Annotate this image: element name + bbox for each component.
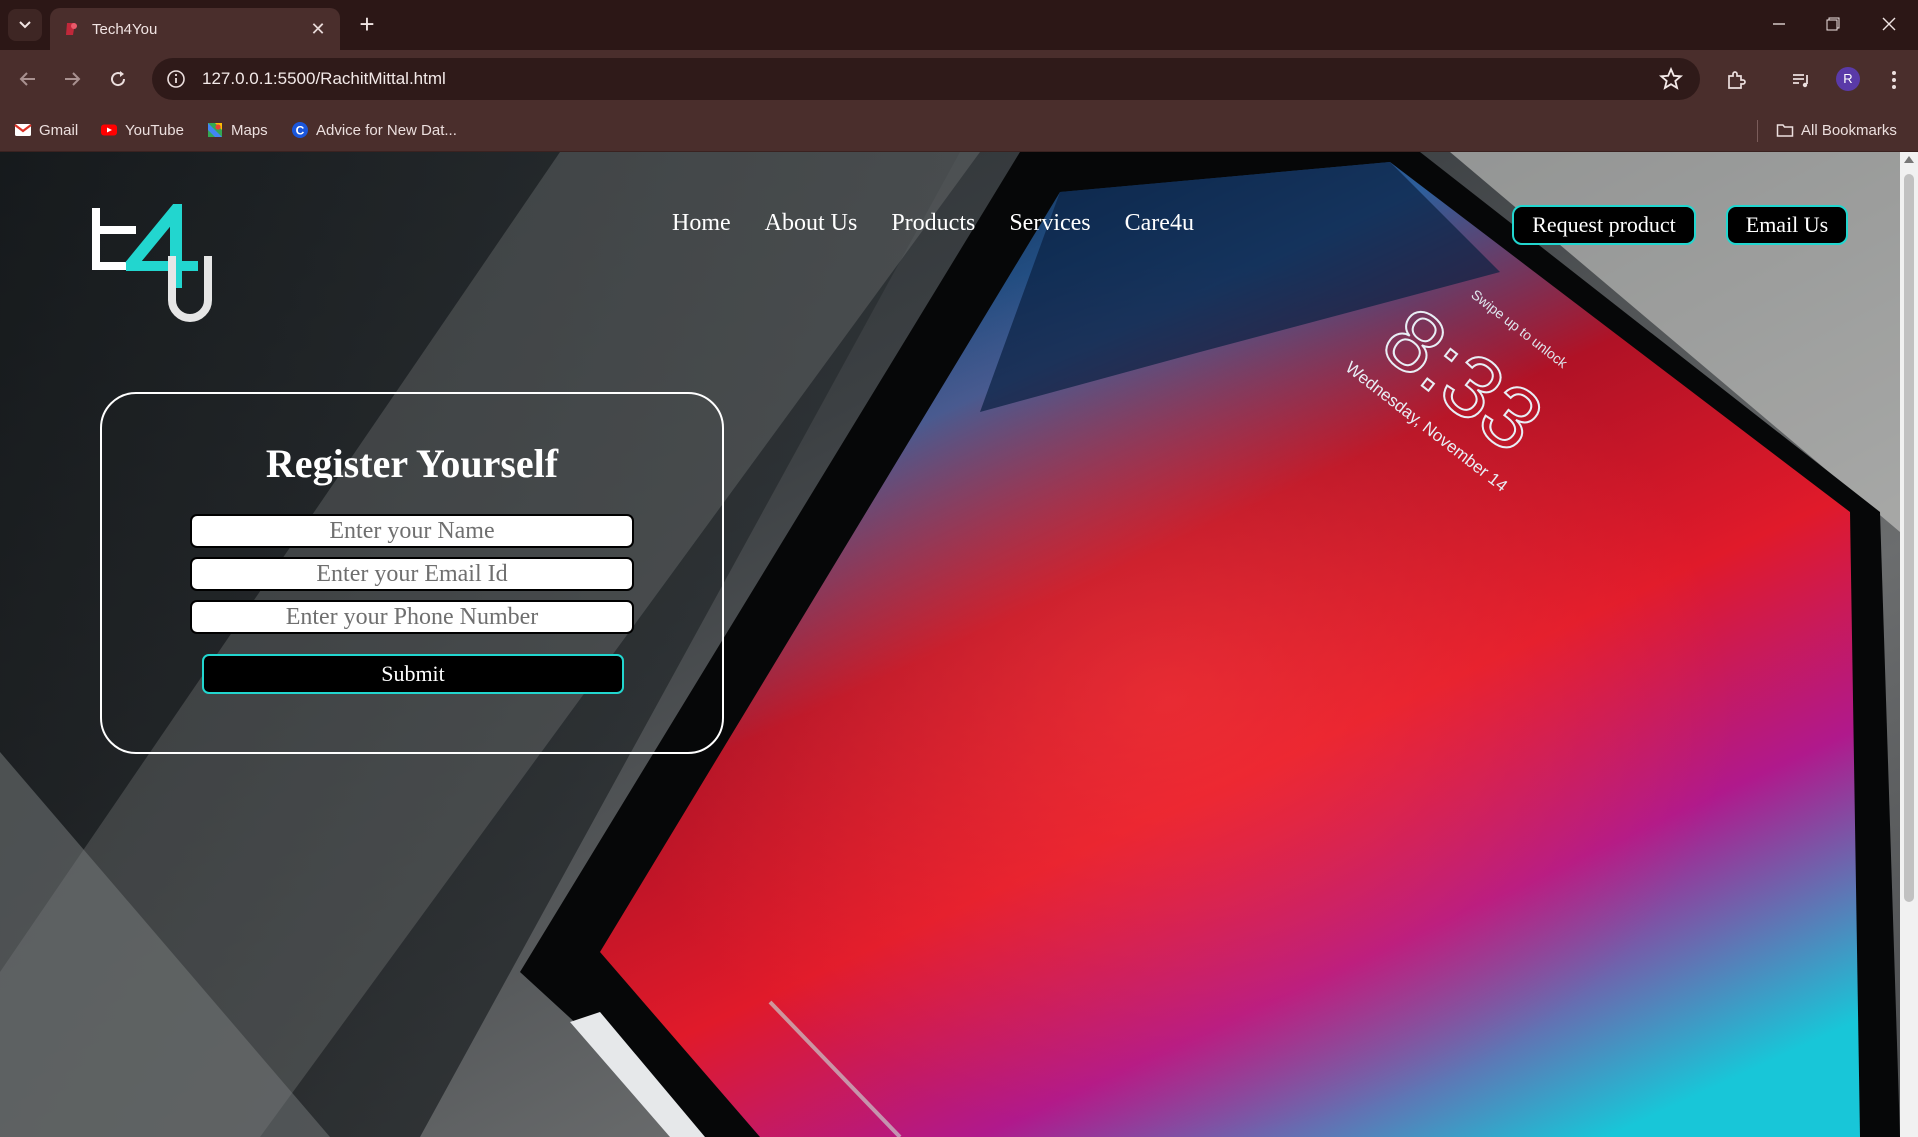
phone-input[interactable] (190, 600, 634, 634)
site-info-icon[interactable] (164, 67, 188, 91)
nav-services[interactable]: Services (1009, 210, 1090, 237)
page-scrollbar[interactable] (1900, 152, 1918, 1137)
minimize-icon (1773, 23, 1785, 25)
profile-avatar[interactable]: R (1836, 67, 1860, 91)
favicon-icon (66, 23, 77, 35)
email-us-button[interactable]: Email Us (1726, 205, 1848, 245)
c-site-icon: C (292, 122, 308, 138)
tab-active[interactable]: Tech4You ✕ (50, 8, 340, 50)
maps-icon (208, 123, 222, 137)
reload-button[interactable] (100, 62, 136, 96)
restore-button[interactable] (1808, 8, 1858, 40)
puzzle-icon (1728, 71, 1746, 89)
bookmark-label: Advice for New Dat... (316, 121, 457, 139)
bookmark-label: Gmail (39, 121, 79, 139)
all-bookmarks-button[interactable]: All Bookmarks (1776, 116, 1897, 144)
form-title: Register Yourself (265, 441, 559, 486)
back-button[interactable] (10, 62, 46, 96)
nav-home[interactable]: Home (672, 210, 731, 237)
tab-title: Tech4You (92, 20, 158, 38)
reload-icon (111, 71, 126, 87)
minimize-button[interactable] (1754, 8, 1804, 40)
bookmark-advice[interactable]: C Advice for New Dat... (291, 116, 457, 144)
gmail-icon (14, 124, 32, 136)
new-tab-button[interactable]: + (352, 10, 382, 40)
playlist-icon (1793, 74, 1808, 88)
page-viewport: Swipe up to unlock 8:33 Wednesday, Novem… (0, 152, 1900, 1137)
close-icon (1882, 17, 1896, 31)
bookmark-maps[interactable]: Maps (206, 116, 268, 144)
bookmark-gmail[interactable]: Gmail (14, 116, 78, 144)
chevron-down-icon (19, 21, 31, 29)
bookmark-label: Maps (231, 121, 268, 139)
nav-about-us[interactable]: About Us (765, 210, 858, 237)
arrow-left-icon (19, 72, 35, 86)
all-bookmarks-label: All Bookmarks (1801, 121, 1897, 139)
url-text: 127.0.0.1:5500/RachitMittal.html (202, 69, 446, 88)
close-window-button[interactable] (1864, 8, 1914, 40)
forward-button[interactable] (54, 62, 90, 96)
scroll-thumb[interactable] (1904, 174, 1914, 902)
site-logo[interactable] (90, 204, 220, 322)
youtube-icon (101, 124, 117, 136)
browser-toolbar: 127.0.0.1:5500/RachitMittal.html R (0, 50, 1918, 108)
folder-icon (1776, 124, 1794, 137)
tab-strip: Tech4You ✕ + (0, 0, 1918, 50)
restore-icon (1826, 17, 1840, 31)
tab-search-button[interactable] (8, 9, 42, 41)
name-input[interactable] (190, 514, 634, 548)
media-controls-button[interactable] (1785, 64, 1817, 96)
request-product-button[interactable]: Request product (1512, 205, 1696, 245)
bookmark-star-icon[interactable] (1658, 66, 1684, 92)
browser-menu-button[interactable] (1878, 64, 1910, 96)
bookmark-label: YouTube (125, 121, 184, 139)
scroll-up-arrow-icon[interactable] (1904, 156, 1914, 163)
nav-care4u[interactable]: Care4u (1125, 210, 1194, 237)
address-bar[interactable]: 127.0.0.1:5500/RachitMittal.html (152, 58, 1700, 100)
close-tab-icon[interactable]: ✕ (308, 19, 328, 40)
register-form: Register Yourself Submit (100, 392, 724, 754)
bookmark-separator (1757, 120, 1758, 142)
bookmarks-bar: Gmail YouTube Maps C Advice for New Dat.… (0, 108, 1918, 152)
nav-products[interactable]: Products (891, 210, 975, 237)
submit-button[interactable]: Submit (202, 654, 624, 694)
bookmark-youtube[interactable]: YouTube (100, 116, 184, 144)
extensions-button[interactable] (1720, 64, 1752, 96)
main-nav: Home About Us Products Services Care4u (672, 210, 1194, 237)
email-input[interactable] (190, 557, 634, 591)
arrow-right-icon (65, 72, 81, 86)
svg-text:C: C (296, 124, 305, 138)
kebab-menu-icon (1892, 71, 1896, 89)
